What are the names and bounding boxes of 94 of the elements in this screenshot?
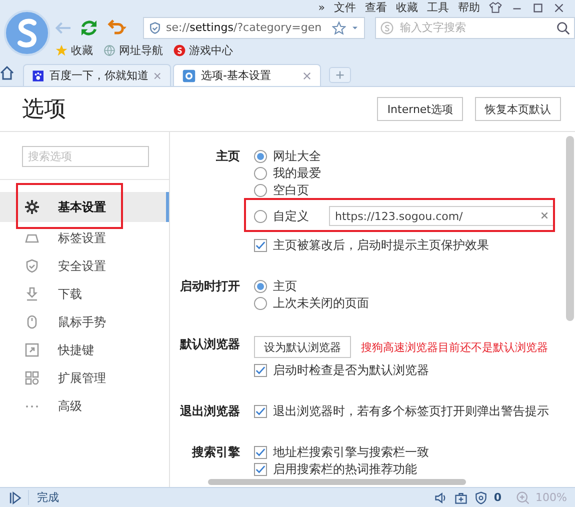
check-icon xyxy=(255,365,266,376)
download-icon xyxy=(24,286,40,302)
url-field[interactable]: https://123.sogou.com/ xyxy=(329,206,555,226)
option-label: 网址大全 xyxy=(273,148,321,165)
sidebar-item[interactable]: 标签设置 xyxy=(0,224,169,252)
option-label: 空白页 xyxy=(273,182,309,199)
refresh-icon[interactable] xyxy=(79,18,99,38)
toolbox-icon[interactable] xyxy=(454,490,468,504)
sidebar-item[interactable]: 快捷键 xyxy=(0,336,169,364)
menu-item[interactable]: 帮助 xyxy=(458,0,480,16)
address-text: se://settings/?category=gen xyxy=(166,21,323,34)
radio-button[interactable] xyxy=(254,167,267,180)
radio-button[interactable] xyxy=(254,297,267,310)
menu-item[interactable]: 文件 xyxy=(334,0,356,16)
sogou-icon xyxy=(380,20,394,35)
sidebar-toggle-icon[interactable] xyxy=(8,490,22,504)
option-label: 启动时检查是否为默认浏览器 xyxy=(273,362,429,379)
option-label: 地址栏搜索引擎与搜索栏一致 xyxy=(273,444,429,461)
checkbox[interactable] xyxy=(254,364,267,377)
search-icon[interactable] xyxy=(556,20,570,35)
option-label: 主页被篡改后，启动时提示主页保护效果 xyxy=(273,237,489,254)
checkbox[interactable] xyxy=(254,405,267,418)
section-label: 搜索引擎 xyxy=(190,444,240,461)
address-bar[interactable]: se://settings/?category=gen xyxy=(143,16,365,39)
option-label: 自定义 xyxy=(273,208,309,224)
gear-icon xyxy=(182,68,196,82)
option-label: 启用搜索栏的热词推荐功能 xyxy=(273,461,417,478)
page-title: 选项 xyxy=(22,96,67,124)
shield-icon xyxy=(148,20,162,35)
radio-button[interactable] xyxy=(254,150,267,163)
check-icon xyxy=(255,447,266,458)
new-tab-button[interactable] xyxy=(329,67,351,83)
more-icon xyxy=(24,404,40,408)
grid-icon xyxy=(24,370,40,386)
sidebar-item[interactable]: 基本设置 xyxy=(0,192,169,222)
sidebar-item[interactable]: 高级 xyxy=(0,392,169,420)
maximize-icon[interactable] xyxy=(532,2,544,14)
bookmark[interactable]: 网址导航 xyxy=(103,43,163,58)
clear-icon[interactable] xyxy=(540,211,549,220)
search-field[interactable]: 输入文字搜索 xyxy=(375,16,575,39)
radio-button[interactable] xyxy=(254,280,267,293)
check-icon xyxy=(255,406,266,417)
game-icon xyxy=(173,44,186,58)
bookmark[interactable]: 收藏 xyxy=(55,43,93,58)
star-icon xyxy=(55,44,68,58)
shortcut-icon xyxy=(24,342,40,358)
sidebar-item[interactable]: 扩展管理 xyxy=(0,364,169,392)
plus-icon xyxy=(335,70,345,80)
menu-item[interactable]: 工具 xyxy=(427,0,449,16)
zoom-icon[interactable] xyxy=(516,490,530,504)
close-icon[interactable] xyxy=(553,2,565,14)
star-icon[interactable] xyxy=(332,20,346,35)
status-text: 完成 xyxy=(28,490,428,505)
checkbox[interactable] xyxy=(254,239,267,252)
header-button[interactable]: 恢复本页默认 xyxy=(475,97,561,121)
option-label: 上次未关闭的页面 xyxy=(273,295,369,312)
default-browser-button[interactable]: 设为默认浏览器 xyxy=(254,336,351,358)
check-icon xyxy=(255,464,266,475)
menu-item[interactable]: 查看 xyxy=(365,0,387,16)
shirt-icon[interactable] xyxy=(489,1,502,14)
overflow-button[interactable]: » xyxy=(318,1,325,14)
sidebar-item[interactable]: 下载 xyxy=(0,280,169,308)
gear-icon xyxy=(24,199,40,215)
section-label: 退出浏览器 xyxy=(179,403,240,420)
warning-text: 搜狗高速浏览器目前还不是默认浏览器 xyxy=(361,340,548,354)
checkbox[interactable] xyxy=(254,463,267,476)
check-icon xyxy=(255,240,266,251)
section-label: 默认浏览器 xyxy=(178,336,240,353)
logo-icon xyxy=(4,10,50,56)
browser-tab[interactable]: 百度一下，你就知道 xyxy=(23,64,171,86)
home-icon[interactable] xyxy=(0,65,15,81)
bookmark[interactable]: 游戏中心 xyxy=(173,43,233,58)
checkbox[interactable] xyxy=(254,446,267,459)
section-label: 启动时打开 xyxy=(179,278,240,295)
radio-button[interactable] xyxy=(254,184,267,197)
blocked-count: 0 xyxy=(494,491,502,504)
search-field[interactable]: 搜索选项 xyxy=(22,146,149,167)
paw-icon xyxy=(32,68,44,82)
shield-icon[interactable] xyxy=(474,490,488,504)
scrollbar[interactable] xyxy=(208,479,466,485)
speaker-icon[interactable] xyxy=(434,490,448,504)
section-label: 主页 xyxy=(215,148,240,165)
close-icon[interactable] xyxy=(302,70,312,80)
option-label: 我的最爱 xyxy=(273,165,321,182)
radio-button[interactable] xyxy=(254,210,267,222)
sidebar-item[interactable]: 鼠标手势 xyxy=(0,308,169,336)
sidebar-item[interactable]: 安全设置 xyxy=(0,252,169,280)
globe-icon xyxy=(103,44,116,58)
menu-item[interactable]: 收藏 xyxy=(396,0,418,16)
option-label: 退出浏览器时，若有多个标签页打开则弹出警告提示 xyxy=(273,403,549,420)
option-label: 主页 xyxy=(273,278,297,295)
browser-tab[interactable]: 选项-基本设置 xyxy=(173,64,321,86)
shield-icon xyxy=(24,258,40,274)
header-button[interactable]: Internet选项 xyxy=(377,97,463,121)
